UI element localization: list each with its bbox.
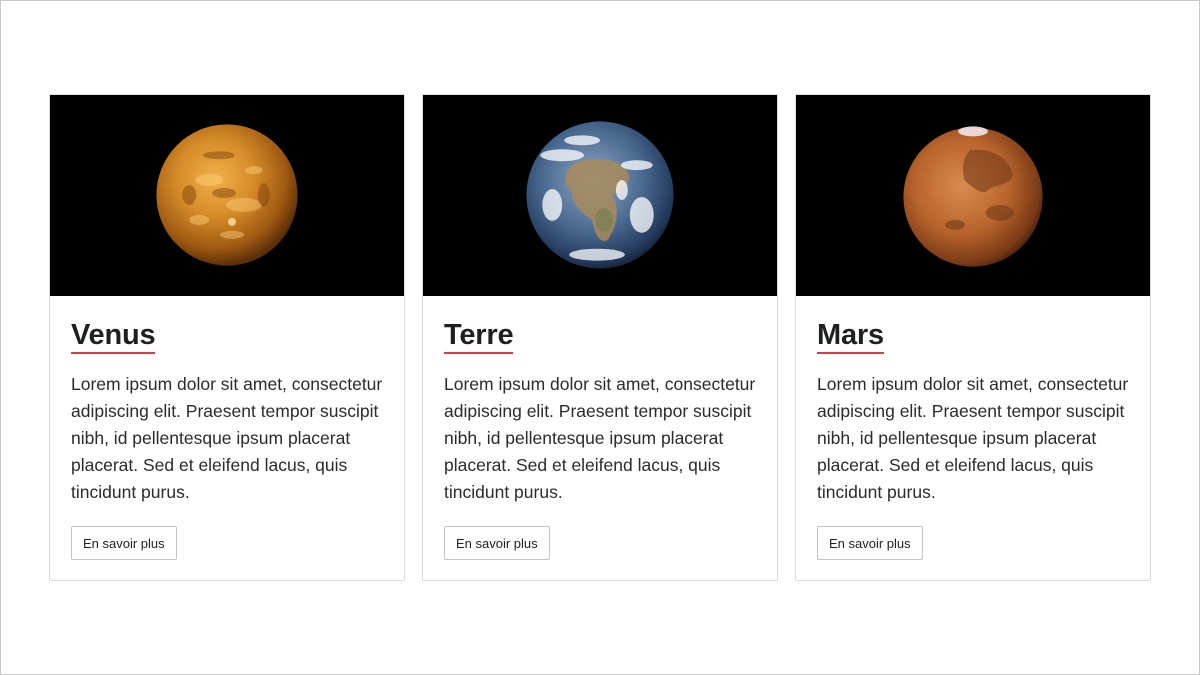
card-image (423, 95, 777, 296)
card-body: Terre Lorem ipsum dolor sit amet, consec… (423, 296, 777, 560)
card-list: Venus Lorem ipsum dolor sit amet, consec… (49, 94, 1151, 581)
card-description: Lorem ipsum dolor sit amet, consectetur … (444, 374, 756, 502)
card-body: Venus Lorem ipsum dolor sit amet, consec… (50, 296, 404, 560)
card-image (50, 95, 404, 296)
card-mars: Mars Lorem ipsum dolor sit amet, consect… (795, 94, 1151, 581)
card-title: Terre (444, 318, 514, 354)
card-image (796, 95, 1150, 296)
venus-planet-icon (50, 95, 404, 296)
mars-planet-icon (796, 95, 1150, 296)
learn-more-button[interactable]: En savoir plus (817, 526, 923, 560)
card-terre: Terre Lorem ipsum dolor sit amet, consec… (422, 94, 778, 581)
card-body: Mars Lorem ipsum dolor sit amet, consect… (796, 296, 1150, 560)
card-venus: Venus Lorem ipsum dolor sit amet, consec… (49, 94, 405, 581)
card-description: Lorem ipsum dolor sit amet, consectetur … (71, 374, 383, 502)
learn-more-button[interactable]: En savoir plus (444, 526, 550, 560)
earth-planet-icon (423, 95, 777, 296)
page-frame: Venus Lorem ipsum dolor sit amet, consec… (0, 0, 1200, 675)
card-title: Mars (817, 318, 884, 354)
card-title: Venus (71, 318, 156, 354)
card-description: Lorem ipsum dolor sit amet, consectetur … (817, 374, 1129, 502)
learn-more-button[interactable]: En savoir plus (71, 526, 177, 560)
